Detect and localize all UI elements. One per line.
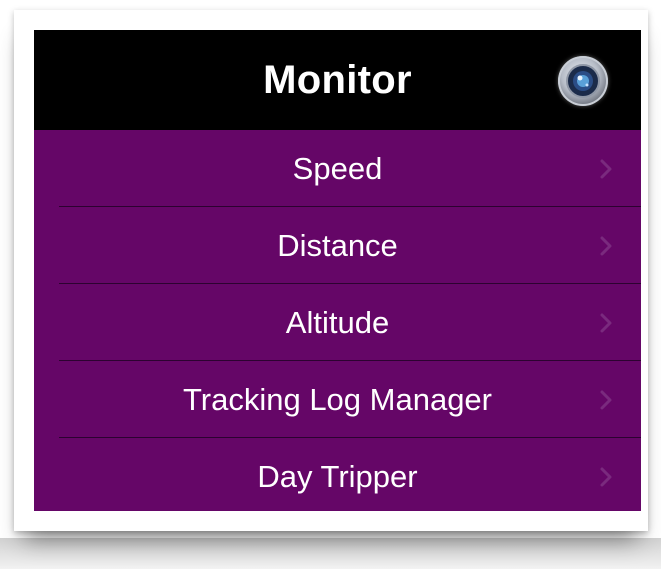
menu-item-speed[interactable]: Speed [34, 130, 641, 207]
menu-item-label: Day Tripper [257, 459, 418, 494]
page-shadow [0, 538, 661, 569]
camera-lens-icon[interactable] [558, 56, 608, 106]
chevron-right-icon [600, 467, 612, 487]
page-title: Monitor [263, 58, 412, 102]
menu-item-tracking-log-manager[interactable]: Tracking Log Manager [34, 361, 641, 438]
screenshot-stage: Monitor Speed Distance Altitude Tracking… [0, 0, 661, 569]
monitor-menu-list: Speed Distance Altitude Tracking Log Man… [34, 130, 641, 511]
app-screen: Monitor Speed Distance Altitude Tracking… [34, 30, 641, 511]
menu-item-label: Speed [292, 151, 383, 186]
menu-item-day-tripper[interactable]: Day Tripper [34, 438, 641, 511]
menu-item-altitude[interactable]: Altitude [34, 284, 641, 361]
chevron-right-icon [600, 236, 612, 256]
menu-item-label: Altitude [285, 305, 390, 340]
chevron-right-icon [600, 159, 612, 179]
chevron-right-icon [600, 390, 612, 410]
menu-item-label: Tracking Log Manager [182, 382, 493, 417]
navigation-bar: Monitor [34, 30, 641, 130]
chevron-right-icon [600, 313, 612, 333]
menu-item-distance[interactable]: Distance [34, 207, 641, 284]
menu-item-label: Distance [277, 228, 398, 263]
